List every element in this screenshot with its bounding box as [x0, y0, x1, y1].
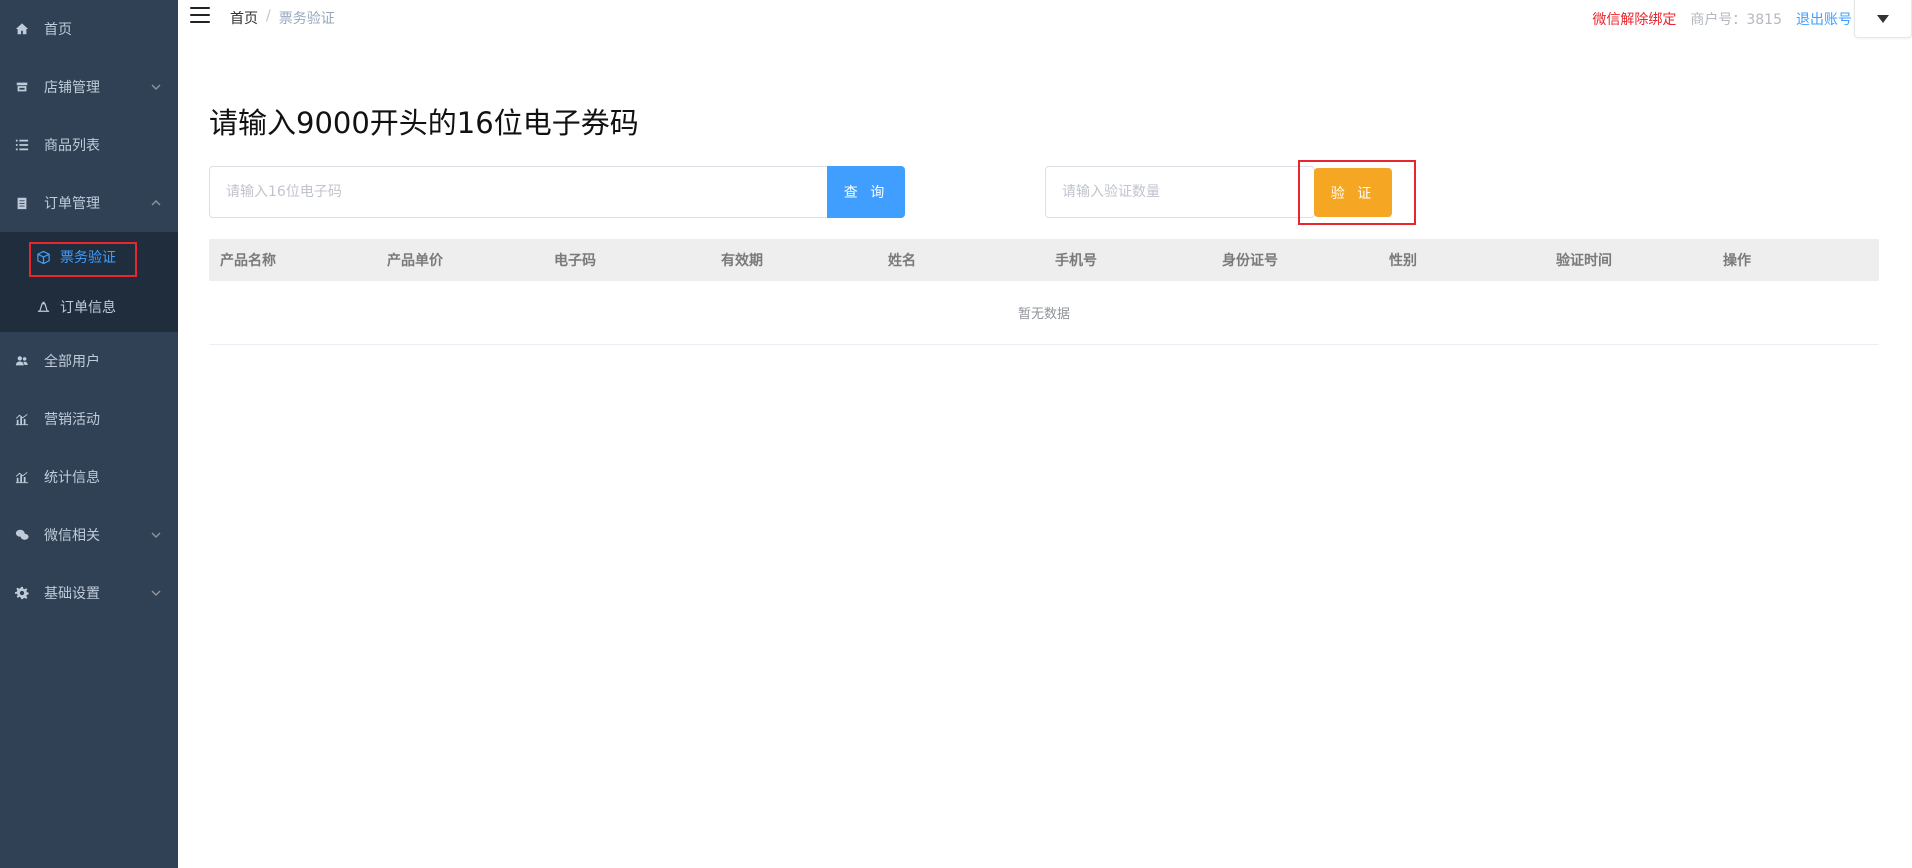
sidebar-item-label: 基础设置: [44, 586, 100, 602]
code-input[interactable]: [209, 166, 829, 218]
sidebar-item-label: 订单管理: [44, 196, 100, 212]
sidebar-item-statistics[interactable]: 统计信息: [0, 448, 178, 506]
breadcrumb-current: 票务验证: [278, 11, 335, 27]
column-header: 有效期: [721, 253, 763, 269]
page-title: 请输入9000开头的16位电子券码: [209, 106, 639, 140]
sidebar-item-settings[interactable]: 基础设置: [0, 564, 178, 622]
sidebar-item-label: 商品列表: [44, 138, 100, 154]
highlight-box: [29, 242, 137, 277]
sidebar-item-store[interactable]: 店铺管理: [0, 58, 178, 116]
column-header: 产品名称: [220, 253, 276, 269]
chart-icon: [13, 410, 31, 428]
bell-icon: [34, 298, 52, 316]
caret-down-icon: [1877, 14, 1889, 23]
breadcrumb-separator: /: [266, 8, 271, 24]
sidebar-item-label: 店铺管理: [44, 80, 100, 96]
column-header: 验证时间: [1556, 253, 1612, 269]
sidebar-item-label: 订单信息: [60, 300, 116, 316]
sidebar-item-orders[interactable]: 订单管理: [0, 174, 178, 232]
sidebar-item-order-info[interactable]: 订单信息: [0, 282, 178, 332]
sidebar-item-ticket-verify[interactable]: 票务验证: [0, 232, 178, 282]
sidebar-item-label: 首页: [44, 22, 72, 38]
column-header: 姓名: [888, 253, 916, 269]
list-icon: [13, 136, 31, 154]
user-dropdown-button[interactable]: [1854, 0, 1912, 38]
sidebar-item-label: 营销活动: [44, 412, 100, 428]
sidebar: 首页 店铺管理 商品列表 订单管理 票务验证 订单信息 全部用户 营销活动 统计…: [0, 0, 178, 868]
column-header: 产品单价: [387, 253, 443, 269]
chevron-down-icon: [150, 81, 162, 93]
query-button[interactable]: 查 询: [827, 166, 905, 218]
column-header: 身份证号: [1222, 253, 1278, 269]
column-header: 性别: [1389, 253, 1417, 269]
chevron-down-icon: [150, 587, 162, 599]
users-icon: [13, 352, 31, 370]
sidebar-item-label: 全部用户: [44, 354, 100, 370]
sidebar-item-products[interactable]: 商品列表: [0, 116, 178, 174]
merchant-number: 商户号：3815: [1690, 12, 1782, 28]
chevron-up-icon: [150, 197, 162, 209]
table-header: 产品名称 产品单价 电子码 有效期 姓名 手机号 身份证号 性别 验证时间 操作: [209, 239, 1879, 281]
sidebar-item-label: 微信相关: [44, 528, 100, 544]
unbind-wechat-link[interactable]: 微信解除绑定: [1592, 9, 1676, 29]
sidebar-item-label: 统计信息: [44, 470, 100, 486]
column-header: 手机号: [1055, 253, 1097, 269]
column-header: 操作: [1723, 253, 1751, 269]
store-icon: [13, 78, 31, 96]
header-actions: 微信解除绑定 商户号：3815 退出账号: [1592, 9, 1852, 29]
sidebar-item-wechat[interactable]: 微信相关: [0, 506, 178, 564]
orders-submenu: 票务验证 订单信息: [0, 232, 178, 332]
clipboard-icon: [13, 194, 31, 212]
breadcrumb: 首页 / 票务验证: [230, 8, 335, 28]
sidebar-item-home[interactable]: 首页: [0, 0, 178, 58]
breadcrumb-home[interactable]: 首页: [230, 8, 258, 28]
logout-link[interactable]: 退出账号: [1796, 9, 1852, 29]
chevron-down-icon: [150, 529, 162, 541]
empty-state: 暂无数据: [209, 281, 1879, 345]
home-icon: [13, 20, 31, 38]
sidebar-item-marketing[interactable]: 营销活动: [0, 390, 178, 448]
wechat-icon: [13, 526, 31, 544]
top-bar: 首页 / 票务验证 微信解除绑定 商户号：3815 退出账号: [178, 0, 1912, 38]
quantity-input[interactable]: [1045, 166, 1315, 218]
sidebar-item-users[interactable]: 全部用户: [0, 332, 178, 390]
verify-button[interactable]: 验 证: [1314, 168, 1392, 217]
gear-icon: [13, 584, 31, 602]
ticket-table: 产品名称 产品单价 电子码 有效期 姓名 手机号 身份证号 性别 验证时间 操作…: [209, 239, 1879, 345]
column-header: 电子码: [554, 253, 596, 269]
chart-icon: [13, 468, 31, 486]
hamburger-icon[interactable]: [190, 7, 210, 25]
